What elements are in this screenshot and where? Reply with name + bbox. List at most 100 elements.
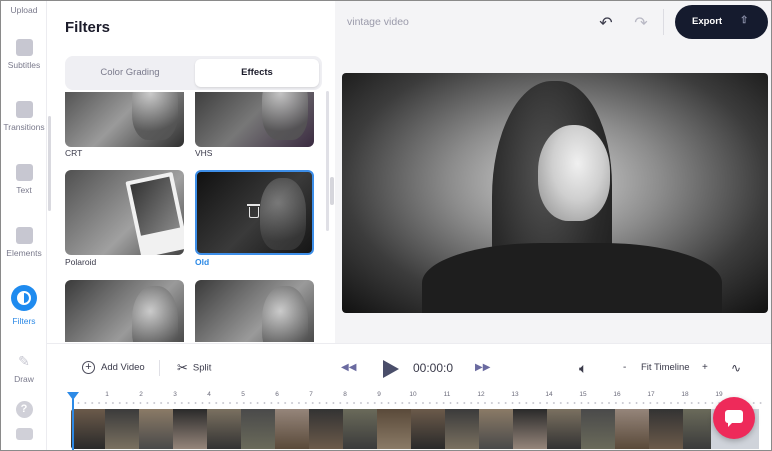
filters-icon (11, 285, 37, 311)
thumbnail-image (132, 92, 178, 140)
filter-tabs: Color Grading Effects (65, 56, 322, 90)
clip-frame-thumbnail (649, 409, 683, 449)
ruler-tick-label: 6 (275, 391, 279, 398)
video-frame-body (422, 243, 722, 313)
clip-frame-thumbnail (105, 409, 139, 449)
ruler-tick-label: 8 (343, 391, 347, 398)
filter-thumbnail[interactable] (195, 280, 314, 342)
clip-frame-thumbnail (309, 409, 343, 449)
sidebar-item-elements[interactable]: Elements (1, 227, 47, 258)
playback-toolbar: + Add Video ✂ Split ◀◀ 00:00:0 ▶▶ 🔈︎ - Fit… (47, 343, 771, 392)
export-label: Export (692, 16, 723, 27)
keyboard-shortcuts-button[interactable] (1, 428, 47, 444)
trash-icon[interactable] (247, 204, 260, 218)
undo-icon[interactable]: ↶ (595, 13, 617, 32)
thumbnail-image (262, 286, 308, 342)
add-video-button[interactable]: + Add Video (82, 344, 145, 392)
filter-thumbnail-old[interactable] (195, 170, 314, 255)
sidebar-item-label: Draw (14, 374, 34, 384)
ruler-tick-label: 14 (545, 391, 553, 398)
thumbnail-image (262, 92, 308, 140)
filter-thumbnail-crt[interactable] (65, 92, 184, 147)
filter-thumbnail-vhs[interactable] (195, 92, 314, 147)
clip-frame-thumbnail (343, 409, 377, 449)
sidebar-item-filters[interactable]: Filters (1, 285, 47, 326)
tab-color-grading[interactable]: Color Grading (68, 59, 192, 87)
sidebar-item-transitions[interactable]: Transitions (1, 101, 47, 132)
tab-effects[interactable]: Effects (195, 59, 319, 87)
ruler-tick-label: 1 (105, 391, 109, 398)
ruler-dots (75, 402, 765, 404)
project-name[interactable]: vintage video (347, 16, 409, 28)
zoom-in-button[interactable]: + (702, 344, 708, 392)
ruler-tick-label: 11 (443, 391, 451, 398)
thumbnail-image (260, 178, 306, 250)
ruler-tick-label: 17 (647, 391, 655, 398)
clip-frame-thumbnail (377, 409, 411, 449)
filter-label: CRT (65, 148, 83, 158)
sidebar-item-label: Transitions (3, 122, 45, 132)
volume-icon[interactable]: 🔈︎ (579, 344, 587, 392)
ruler-tick-label: 10 (409, 391, 417, 398)
clip-frame-thumbnail (615, 409, 649, 449)
timeline: 1 2 3 4 5 6 7 8 9 10 11 12 13 14 15 16 17 18 19 (47, 391, 771, 450)
export-button[interactable]: Export ⇧ (675, 5, 768, 39)
header-divider (663, 9, 664, 35)
filter-grid: CRT VHS Polaroid Old (65, 92, 322, 342)
filter-thumbnail[interactable] (65, 280, 184, 342)
ruler-tick-label: 2 (139, 391, 143, 398)
ruler-tick-label: 19 (715, 391, 723, 398)
sidebar-item-label: Text (16, 185, 32, 195)
sidebar-item-draw[interactable]: ✎ Draw (1, 353, 47, 384)
filter-thumbnail-polaroid[interactable] (65, 170, 184, 255)
zoom-out-button[interactable]: - (623, 344, 626, 392)
sidebar-item-subtitles[interactable]: Subtitles (1, 39, 47, 70)
subtitles-icon (15, 39, 33, 56)
chat-button[interactable] (713, 397, 755, 439)
scissors-icon: ✂ (177, 360, 188, 375)
transitions-icon (15, 101, 33, 118)
chat-icon (725, 410, 743, 427)
waveform-icon[interactable]: ∿ (731, 344, 741, 392)
clip-frame-thumbnail (139, 409, 173, 449)
plus-icon: + (82, 360, 95, 374)
clip-frame-thumbnail (445, 409, 479, 449)
ruler-tick-label: 9 (377, 391, 381, 398)
text-icon (15, 164, 33, 181)
video-track-clip[interactable] (71, 409, 759, 449)
sidebar-item-text[interactable]: Text (1, 164, 47, 195)
ruler-tick-label: 7 (309, 391, 313, 398)
clip-frame-thumbnail (547, 409, 581, 449)
preview-area: vintage video ↶ ↷ Export ⇧ (335, 1, 771, 343)
add-video-label: Add Video (101, 362, 145, 373)
video-frame-face (538, 125, 610, 221)
video-preview[interactable] (342, 73, 768, 313)
panel-scrollbar[interactable] (326, 91, 329, 231)
sidebar-item-upload[interactable]: Upload (1, 5, 47, 15)
ruler-tick-label: 4 (207, 391, 211, 398)
panel-resize-handle[interactable] (330, 177, 334, 205)
play-icon[interactable] (383, 360, 399, 378)
clip-frame-thumbnail (479, 409, 513, 449)
fit-timeline-button[interactable]: Fit Timeline (641, 344, 690, 392)
timecode: 00:00:0 (413, 361, 454, 375)
split-button[interactable]: ✂ Split (177, 344, 211, 392)
help-button[interactable]: ? (1, 401, 47, 422)
help-icon: ? (15, 401, 33, 418)
ruler-tick-label: 5 (241, 391, 245, 398)
skip-forward-icon[interactable]: ▶▶ (475, 344, 490, 392)
clip-frame-thumbnail (513, 409, 547, 449)
clip-frame-thumbnail (71, 409, 105, 449)
toolbar-divider (159, 360, 160, 376)
skip-back-icon[interactable]: ◀◀ (341, 344, 356, 392)
sidebar-item-label: Elements (6, 248, 42, 258)
split-label: Split (192, 362, 212, 374)
redo-icon[interactable]: ↷ (630, 13, 652, 32)
clip-frame-thumbnail (207, 409, 241, 449)
panel-title: Filters (65, 19, 111, 36)
playhead-line[interactable] (72, 399, 74, 450)
clip-frame-thumbnail (581, 409, 615, 449)
ruler-tick-label: 12 (477, 391, 485, 398)
ruler-tick-label: 15 (579, 391, 587, 398)
filter-label: Polaroid (65, 257, 97, 267)
